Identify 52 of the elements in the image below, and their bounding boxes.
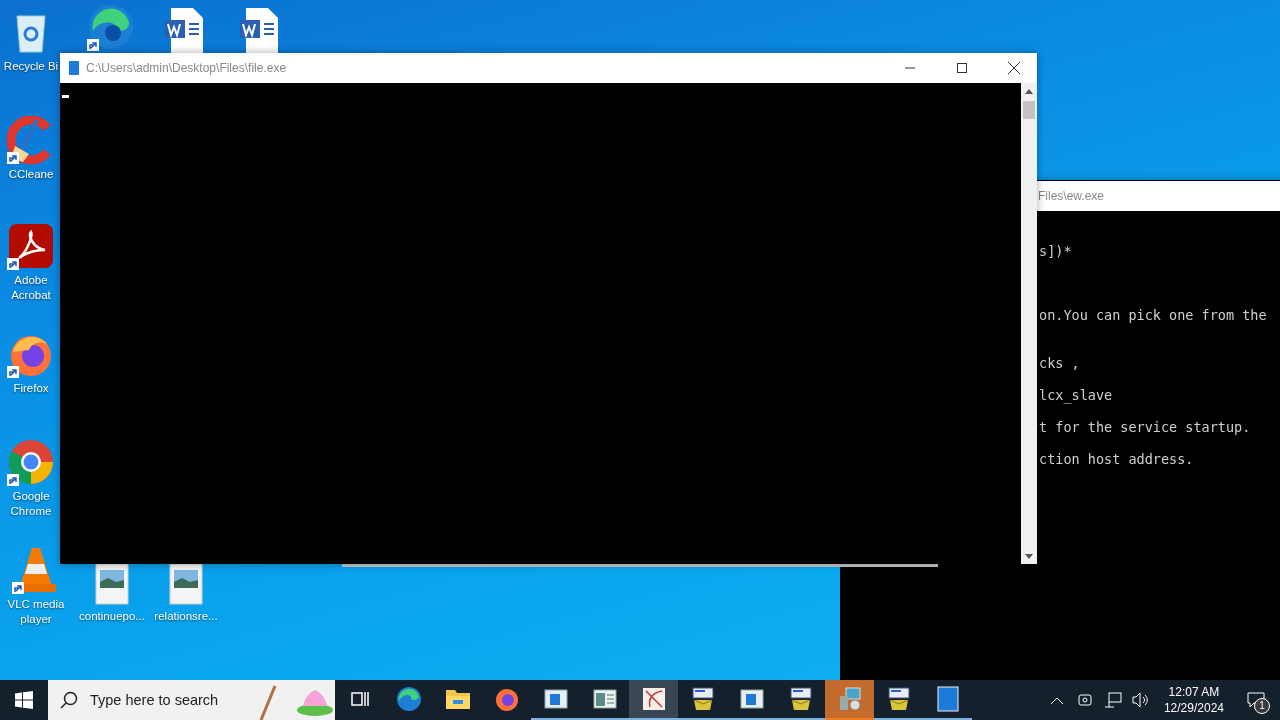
up-arrow-icon xyxy=(1025,88,1033,94)
installer-box-icon xyxy=(787,686,814,712)
installer-box-icon xyxy=(689,686,716,712)
taskbar-app-button[interactable] xyxy=(629,680,678,720)
drawing-app-icon xyxy=(641,687,666,711)
console-text: on.You can pick one from the xyxy=(1039,307,1267,323)
message-icon xyxy=(1247,692,1265,708)
search-icon xyxy=(60,691,78,709)
console-text: ction host address. xyxy=(1039,451,1194,467)
windows-logo-icon xyxy=(15,691,33,709)
window-icon xyxy=(739,689,764,709)
document-icon xyxy=(936,686,959,712)
window-title: Files\ew.exe xyxy=(1038,189,1105,203)
desktop-icon-label[interactable]: Google Chrome xyxy=(2,489,60,519)
window-icon xyxy=(592,689,617,709)
desktop-icon-label[interactable]: Firefox xyxy=(13,381,49,396)
desktop-icon-label[interactable]: CCleane xyxy=(8,167,54,182)
search-field[interactable]: Type here to search xyxy=(88,691,249,709)
installer-box-icon xyxy=(885,686,912,712)
speaker-icon xyxy=(1131,692,1150,708)
caret-up-icon xyxy=(1050,696,1063,704)
scroll-thumb[interactable] xyxy=(1023,101,1035,119)
desktop-icon-label[interactable]: continuepo... xyxy=(79,609,145,624)
search-bar[interactable]: Type here to search xyxy=(48,680,335,720)
browser-icon xyxy=(493,686,520,712)
desktop-icon-label[interactable]: relationsre... xyxy=(154,609,218,624)
notifications-button[interactable]: 1 xyxy=(1236,680,1276,720)
clock[interactable]: 12:07 AM 12/29/2024 xyxy=(1157,684,1230,716)
browser-icon xyxy=(395,686,422,712)
scroll-bar[interactable] xyxy=(1021,83,1037,564)
browser-icon xyxy=(7,438,55,486)
text-cursor xyxy=(62,95,69,98)
maximize-icon xyxy=(957,63,967,73)
desktop-icon-label[interactable]: Adobe Acrobat xyxy=(2,273,60,303)
console-text: cks , xyxy=(1039,355,1080,371)
down-arrow-icon xyxy=(1025,553,1033,559)
window-icon xyxy=(543,689,568,709)
folder-icon xyxy=(444,688,471,710)
window-title: C:\Users\admin\Desktop\Files\file.exe xyxy=(86,61,287,75)
desktop-icon-label[interactable]: VLC media player xyxy=(0,597,72,627)
network-icon xyxy=(1103,692,1122,708)
browser-icon xyxy=(87,3,135,51)
close-icon xyxy=(1008,62,1020,74)
window-app-icon xyxy=(68,60,80,76)
task-view-icon xyxy=(349,689,370,709)
pdf-reader-icon xyxy=(7,222,55,270)
console-text: t for the service startup. xyxy=(1039,419,1251,435)
console-text: lcx_slave xyxy=(1039,387,1113,403)
notification-count: 1 xyxy=(1254,698,1270,714)
camera-icon xyxy=(1077,692,1092,708)
console-text: s])* xyxy=(1039,243,1072,259)
desktop-icon-label[interactable]: Recycle Bi xyxy=(3,59,59,74)
